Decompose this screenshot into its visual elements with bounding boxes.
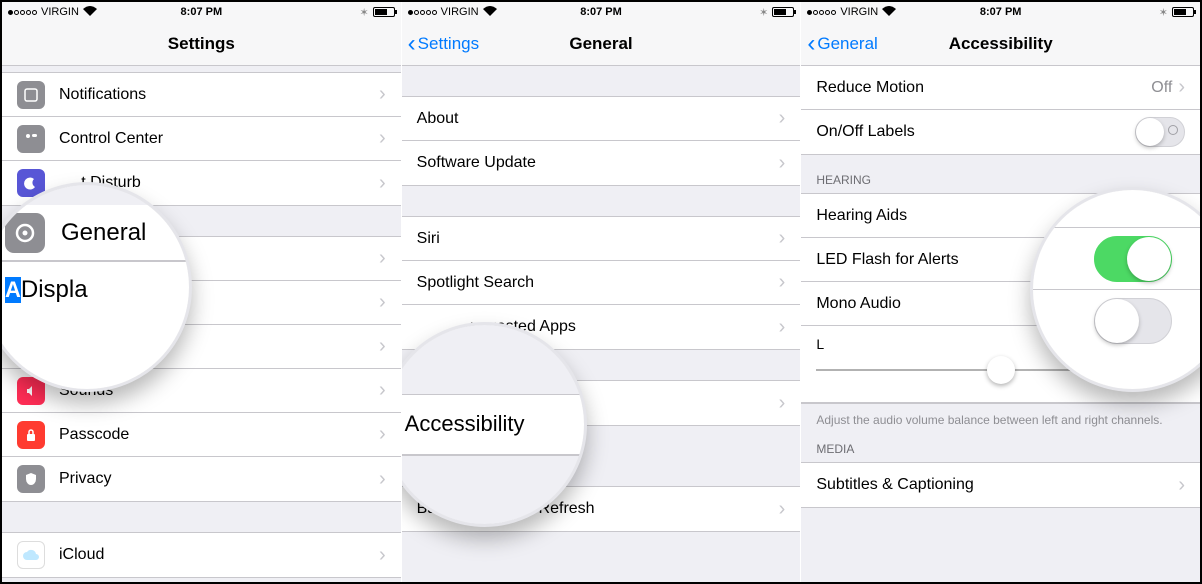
row-label: Notifications: [59, 86, 379, 104]
status-bar: VIRGIN 8:07 PM ✶: [402, 2, 801, 22]
row-reduce-motion[interactable]: Reduce Motion Off ›: [801, 66, 1200, 110]
clock: 8:07 PM: [580, 6, 622, 18]
chevron-right-icon: ›: [379, 247, 386, 270]
icloud-icon: [17, 541, 45, 569]
lock-icon: [17, 421, 45, 449]
display-icon: A: [5, 277, 21, 303]
nav-title: Settings: [168, 34, 235, 54]
chevron-right-icon: ›: [379, 379, 386, 402]
screen-settings: VIRGIN 8:07 PM ✶ Settings Notifications …: [2, 2, 402, 582]
section-header-media: MEDIA: [801, 436, 1200, 462]
chevron-right-icon: ›: [379, 423, 386, 446]
signal-dots-icon: [807, 10, 836, 15]
row-label: Spotlight Search: [417, 274, 779, 292]
bluetooth-icon: ✶: [359, 6, 368, 19]
carrier-label: VIRGIN: [441, 6, 479, 18]
battery-icon: [373, 7, 395, 17]
toggle-onoff-labels[interactable]: [1135, 117, 1185, 147]
battery-icon: [772, 7, 794, 17]
chevron-right-icon: ›: [379, 468, 386, 491]
balance-footer: Adjust the audio volume balance between …: [801, 404, 1200, 436]
chevron-right-icon: ›: [779, 227, 786, 250]
row-about[interactable]: About›: [402, 97, 801, 141]
chevron-right-icon: ›: [379, 172, 386, 195]
status-bar: VIRGIN 8:07 PM ✶: [2, 2, 401, 22]
row-subtitles[interactable]: Subtitles & Captioning ›: [801, 463, 1200, 507]
carrier-label: VIRGIN: [41, 6, 79, 18]
row-label: Software Update: [417, 154, 779, 172]
gear-icon: [5, 213, 45, 253]
chevron-right-icon: ›: [379, 291, 386, 314]
row-label: iCloud: [59, 546, 379, 564]
chevron-right-icon: ›: [779, 107, 786, 130]
back-button[interactable]: ‹ Settings: [408, 34, 479, 54]
chevron-right-icon: ›: [779, 498, 786, 521]
clock: 8:07 PM: [181, 6, 223, 18]
row-siri[interactable]: Siri›: [402, 217, 801, 261]
clock: 8:07 PM: [980, 6, 1022, 18]
screen-accessibility: VIRGIN 8:07 PM ✶ ‹ General Accessibility…: [801, 2, 1200, 582]
chevron-right-icon: ›: [779, 152, 786, 175]
chevron-right-icon: ›: [779, 271, 786, 294]
back-label: Settings: [418, 34, 479, 54]
row-icloud[interactable]: iCloud ›: [2, 533, 401, 577]
chevron-right-icon: ›: [779, 392, 786, 415]
chevron-right-icon: ›: [379, 127, 386, 150]
chevron-right-icon: ›: [379, 544, 386, 567]
row-label: On/Off Labels: [816, 123, 1135, 141]
screen-general: VIRGIN 8:07 PM ✶ ‹ Settings General Abou…: [402, 2, 802, 582]
row-label: Reduce Motion: [816, 79, 1151, 97]
privacy-icon: [17, 465, 45, 493]
bluetooth-icon: ✶: [759, 6, 768, 19]
signal-dots-icon: [408, 10, 437, 15]
chevron-right-icon: ›: [379, 335, 386, 358]
toggle-mono-audio[interactable]: [1094, 298, 1172, 344]
bluetooth-icon: ✶: [1159, 6, 1168, 19]
signal-dots-icon: [8, 10, 37, 15]
row-detail: Off: [1151, 79, 1172, 97]
nav-title: Accessibility: [949, 34, 1053, 54]
magnified-display-label: Displa: [21, 276, 88, 304]
row-control-center[interactable]: Control Center ›: [2, 117, 401, 161]
toggle-led-flash[interactable]: [1094, 236, 1172, 282]
status-bar: VIRGIN 8:07 PM ✶: [801, 2, 1200, 22]
tutorial-triptych: VIRGIN 8:07 PM ✶ Settings Notifications …: [0, 0, 1202, 584]
notifications-icon: [17, 81, 45, 109]
row-onoff-labels[interactable]: On/Off Labels: [801, 110, 1200, 154]
back-button[interactable]: ‹ General: [807, 34, 877, 54]
balance-left-label: L: [816, 336, 824, 352]
row-label: About: [417, 110, 779, 128]
chevron-right-icon: ›: [779, 316, 786, 339]
back-label: General: [817, 34, 877, 54]
chevron-right-icon: ›: [1178, 474, 1185, 497]
row-label: Subtitles & Captioning: [816, 476, 1178, 494]
chevron-right-icon: ›: [379, 83, 386, 106]
row-software-update[interactable]: Software Update›: [402, 141, 801, 185]
control-center-icon: [17, 125, 45, 153]
wifi-icon: [83, 6, 97, 19]
chevron-right-icon: ›: [1178, 76, 1185, 99]
row-label: Privacy: [59, 470, 379, 488]
row-label: Passcode: [59, 426, 379, 444]
nav-title: General: [569, 34, 632, 54]
row-label: Control Center: [59, 130, 379, 148]
row-notifications[interactable]: Notifications ›: [2, 73, 401, 117]
nav-bar: Settings: [2, 22, 401, 66]
row-label: Siri: [417, 230, 779, 248]
nav-bar: ‹ General Accessibility: [801, 22, 1200, 66]
row-privacy[interactable]: Privacy ›: [2, 457, 401, 501]
wifi-icon: [882, 6, 896, 19]
battery-icon: [1172, 7, 1194, 17]
carrier-label: VIRGIN: [840, 6, 878, 18]
nav-bar: ‹ Settings General: [402, 22, 801, 66]
wifi-icon: [483, 6, 497, 19]
row-spotlight[interactable]: Spotlight Search›: [402, 261, 801, 305]
row-passcode[interactable]: Passcode ›: [2, 413, 401, 457]
magnified-general-label: General: [61, 219, 146, 247]
magnified-accessibility-label: Accessibility: [405, 411, 525, 437]
